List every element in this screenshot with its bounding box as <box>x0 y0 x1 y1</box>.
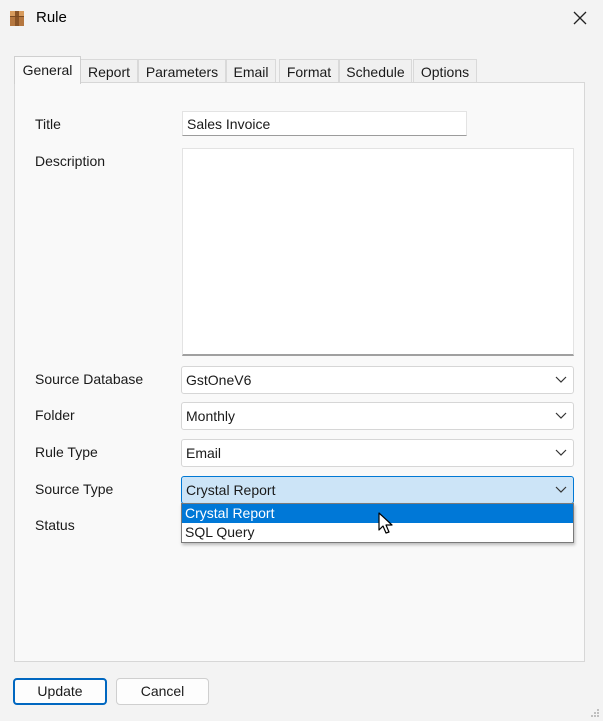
tab-options[interactable]: Options <box>413 59 477 83</box>
chevron-down-icon <box>555 486 567 493</box>
tab-general[interactable]: General <box>14 56 81 84</box>
status-label: Status <box>35 517 75 533</box>
rule-type-label: Rule Type <box>35 444 98 460</box>
update-button[interactable]: Update <box>13 678 107 705</box>
box-icon <box>10 11 24 26</box>
tab-email[interactable]: Email <box>226 59 276 83</box>
source-type-label: Source Type <box>35 481 114 497</box>
source-database-select[interactable]: GstOneV6 <box>181 366 574 394</box>
resize-grip-icon[interactable] <box>590 708 600 718</box>
description-textarea[interactable] <box>182 148 574 356</box>
rule-type-select[interactable]: Email <box>181 439 574 467</box>
source-database-value: GstOneV6 <box>186 372 252 388</box>
close-button[interactable] <box>557 0 603 36</box>
tab-format[interactable]: Format <box>279 59 339 83</box>
chevron-down-icon <box>555 449 567 456</box>
tab-report[interactable]: Report <box>80 59 138 83</box>
folder-label: Folder <box>35 407 75 423</box>
title-input[interactable]: Sales Invoice <box>182 111 467 136</box>
rule-type-value: Email <box>186 445 222 461</box>
description-label: Description <box>35 153 106 169</box>
title-bar: Rule <box>0 0 603 36</box>
mouse-cursor-icon <box>378 512 393 534</box>
cancel-button[interactable]: Cancel <box>116 678 209 705</box>
folder-value: Monthly <box>186 408 236 424</box>
source-database-label: Source Database <box>35 371 144 387</box>
source-type-value: Crystal Report <box>186 482 276 498</box>
title-label: Title <box>35 116 61 132</box>
source-type-select[interactable]: Crystal Report <box>181 476 574 504</box>
chevron-down-icon <box>555 412 567 419</box>
close-icon <box>573 11 587 25</box>
folder-select[interactable]: Monthly <box>181 402 574 430</box>
tab-schedule[interactable]: Schedule <box>339 59 412 83</box>
tab-parameters[interactable]: Parameters <box>138 59 226 83</box>
window-title: Rule <box>36 9 67 26</box>
chevron-down-icon <box>555 376 567 383</box>
